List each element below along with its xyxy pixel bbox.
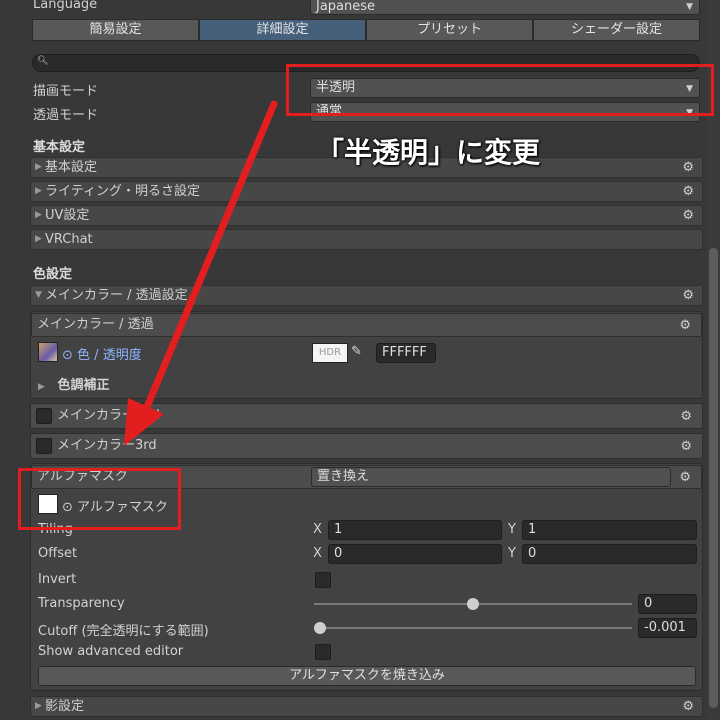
annotation-text: 「半透明」に変更 — [316, 136, 541, 169]
annotation-arrow — [124, 100, 278, 446]
arrow-shaft — [140, 100, 278, 418]
arrow-head — [124, 398, 164, 446]
